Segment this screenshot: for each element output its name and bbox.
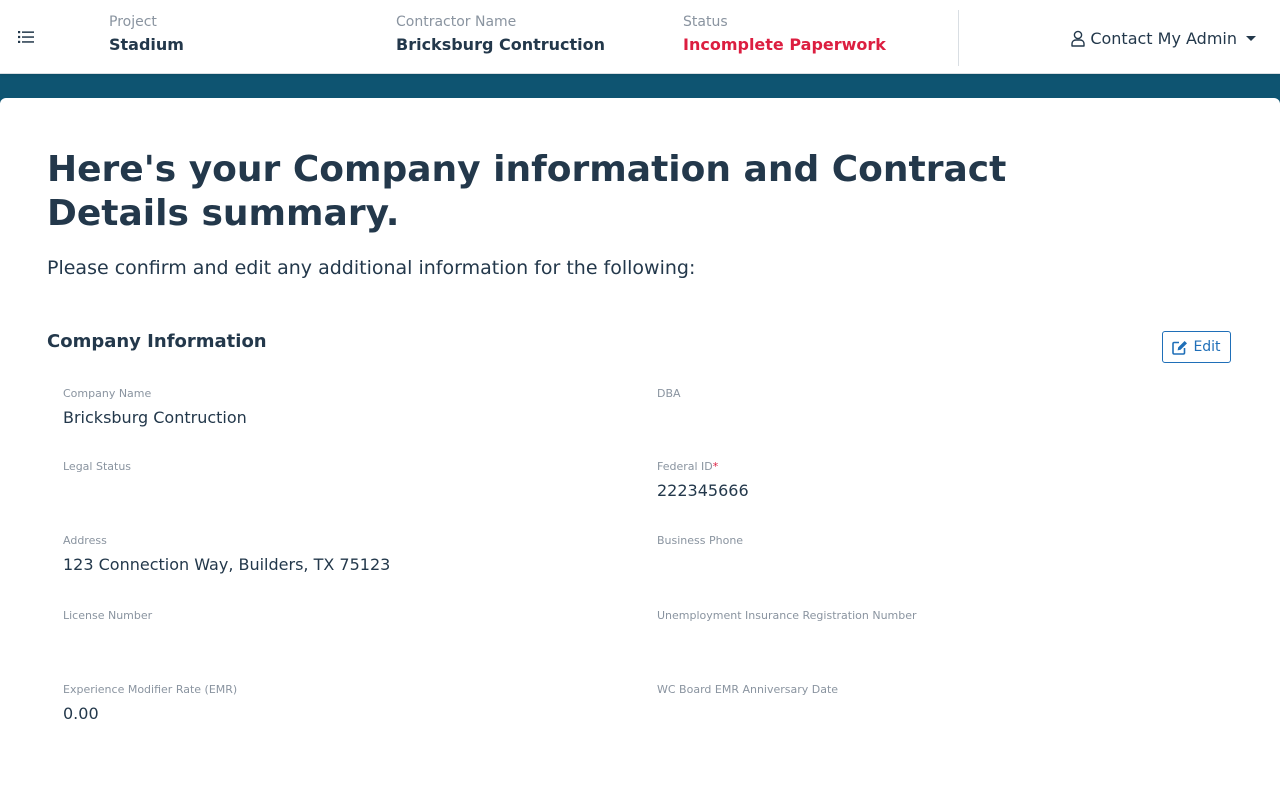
field-label: DBA (657, 387, 681, 400)
field-label: Experience Modifier Rate (EMR) (63, 683, 238, 696)
field-value: 123 Connection Way, Builders, TX 75123 (63, 555, 391, 574)
field-dba: DBA (657, 386, 681, 429)
header-project: Project Stadium (109, 12, 184, 57)
field-value: 0.00 (63, 704, 99, 723)
status-label: Status (683, 14, 728, 30)
page-title: Here's your Company information and Cont… (47, 149, 1007, 234)
top-header: Project Stadium Contractor Name Bricksbu… (0, 0, 1280, 74)
contact-admin-label: Contact My Admin (1090, 28, 1237, 48)
field-label: Legal Status (63, 460, 132, 473)
header-contractor: Contractor Name Bricksburg Contruction (396, 12, 605, 57)
field-license-number: License Number (63, 608, 152, 651)
contractor-value: Bricksburg Contruction (396, 35, 606, 54)
field-value (63, 629, 152, 651)
field-label: Address (63, 534, 107, 547)
field-business-phone: Business Phone (657, 533, 743, 576)
field-value: 222345666 (657, 481, 749, 500)
field-value (657, 703, 838, 725)
field-value (657, 554, 743, 576)
list-icon[interactable] (10, 22, 42, 52)
field-value (657, 407, 681, 429)
header-status: Status Incomplete Paperwork (683, 12, 886, 57)
user-icon (1071, 30, 1086, 47)
field-federal-id: Federal ID* 222345666 (657, 459, 749, 502)
field-unemployment-insurance: Unemployment Insurance Registration Numb… (657, 608, 917, 651)
field-value: Bricksburg Contruction (63, 408, 247, 427)
field-label: Company Name (63, 387, 152, 400)
edit-button-label: Edit (1193, 339, 1221, 355)
field-label: Business Phone (657, 534, 744, 547)
field-legal-status: Legal Status (63, 459, 131, 502)
status-value: Incomplete Paperwork (683, 35, 886, 54)
field-value (657, 629, 917, 651)
caret-down-icon (1246, 35, 1256, 41)
field-label: Unemployment Insurance Registration Numb… (657, 609, 917, 622)
project-value: Stadium (109, 35, 184, 54)
header-divider (958, 10, 959, 66)
field-label: License Number (63, 609, 153, 622)
field-value (63, 480, 131, 502)
field-wc-board-emr-date: WC Board EMR Anniversary Date (657, 682, 838, 725)
field-company-name: Company Name Bricksburg Contruction (63, 386, 247, 429)
page-subtitle: Please confirm and edit any additional i… (47, 257, 696, 279)
company-info-title: Company Information (47, 331, 267, 352)
field-emr: Experience Modifier Rate (EMR) 0.00 (63, 682, 237, 725)
field-address: Address 123 Connection Way, Builders, TX… (63, 533, 390, 576)
field-label: WC Board EMR Anniversary Date (657, 683, 839, 696)
field-label: Federal ID (657, 460, 713, 473)
summary-card: Here's your Company information and Cont… (0, 98, 1280, 788)
project-label: Project (109, 14, 157, 30)
field-label-row: Federal ID* (657, 459, 749, 474)
edit-icon (1172, 340, 1188, 355)
contact-admin-menu[interactable]: Contact My Admin (1071, 24, 1256, 52)
edit-button[interactable]: Edit (1162, 331, 1231, 363)
required-mark: * (712, 460, 719, 473)
contractor-label: Contractor Name (396, 14, 517, 30)
